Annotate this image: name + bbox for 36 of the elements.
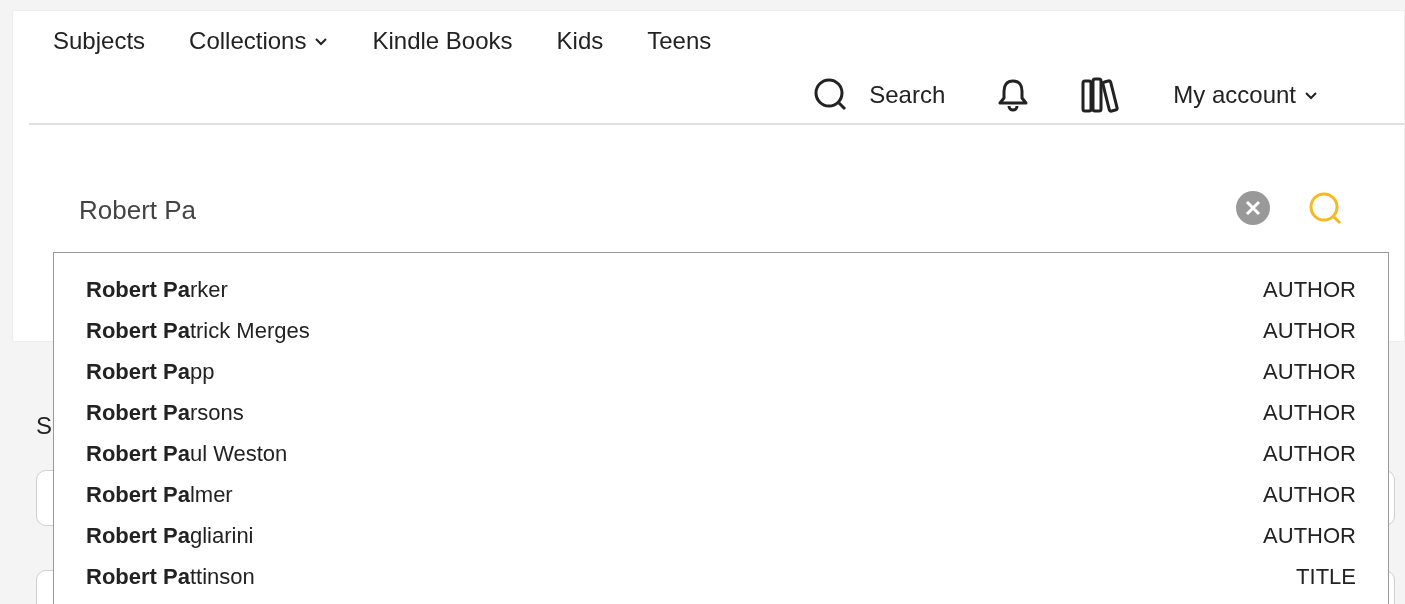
suggestion-text: Robert Pagliarini <box>86 522 254 550</box>
chevron-down-icon <box>1304 90 1318 100</box>
suggestion-item[interactable]: Robert Paul Weston AUTHOR <box>54 433 1388 474</box>
suggestion-item[interactable]: Robert Papp AUTHOR <box>54 351 1388 392</box>
suggestion-type: AUTHOR <box>1263 399 1356 427</box>
search-link[interactable]: Search <box>813 77 946 113</box>
suggestion-text: Robert Parker <box>86 276 228 304</box>
nav-link[interactable]: Subjects <box>53 23 146 59</box>
nav-link[interactable]: Collections <box>189 23 329 59</box>
clear-icon[interactable] <box>1236 191 1270 225</box>
suggestion-text: Robert Paul Weston <box>86 440 288 468</box>
suggestion-item[interactable]: Robert Parker AUTHOR <box>54 269 1388 310</box>
suggestion-item[interactable]: Robert Pagliarini AUTHOR <box>54 515 1388 556</box>
suggestion-type: AUTHOR <box>1263 440 1356 468</box>
search-field[interactable]: Robert Pa <box>79 191 1236 230</box>
nav-link[interactable]: Kindle Books <box>372 23 513 59</box>
nav-link[interactable]: Kids <box>556 23 604 59</box>
nav-link[interactable]: Teens <box>647 23 712 59</box>
suggestion-text: Robert Parsons <box>86 399 244 427</box>
suggestion-type: AUTHOR <box>1263 276 1356 304</box>
account-menu[interactable]: My account <box>1173 77 1318 113</box>
suggestion-item[interactable]: Robert Pattinson TITLE <box>54 556 1388 597</box>
suggestion-type: AUTHOR <box>1263 317 1356 345</box>
suggestion-type: TITLE <box>1296 563 1356 591</box>
suggestion-type: AUTHOR <box>1263 522 1356 550</box>
suggestion-text: Robert Pattinson <box>86 563 255 591</box>
suggestion-text: Robert Palmer <box>86 481 233 509</box>
suggestion-item[interactable]: Robert Palmer AUTHOR <box>54 474 1388 515</box>
chevron-down-icon <box>314 36 329 46</box>
suggestion-text: Robert Papp <box>86 358 215 386</box>
section-heading: S <box>36 412 52 439</box>
suggestion-type: AUTHOR <box>1263 358 1356 386</box>
suggestion-type: AUTHOR <box>1263 481 1356 509</box>
suggestion-item[interactable]: Robert Parsons AUTHOR <box>54 392 1388 433</box>
suggestion-text: Robert Patrick Merges <box>86 317 310 345</box>
suggestion-item[interactable]: Robert Patrick Merges AUTHOR <box>54 310 1388 351</box>
